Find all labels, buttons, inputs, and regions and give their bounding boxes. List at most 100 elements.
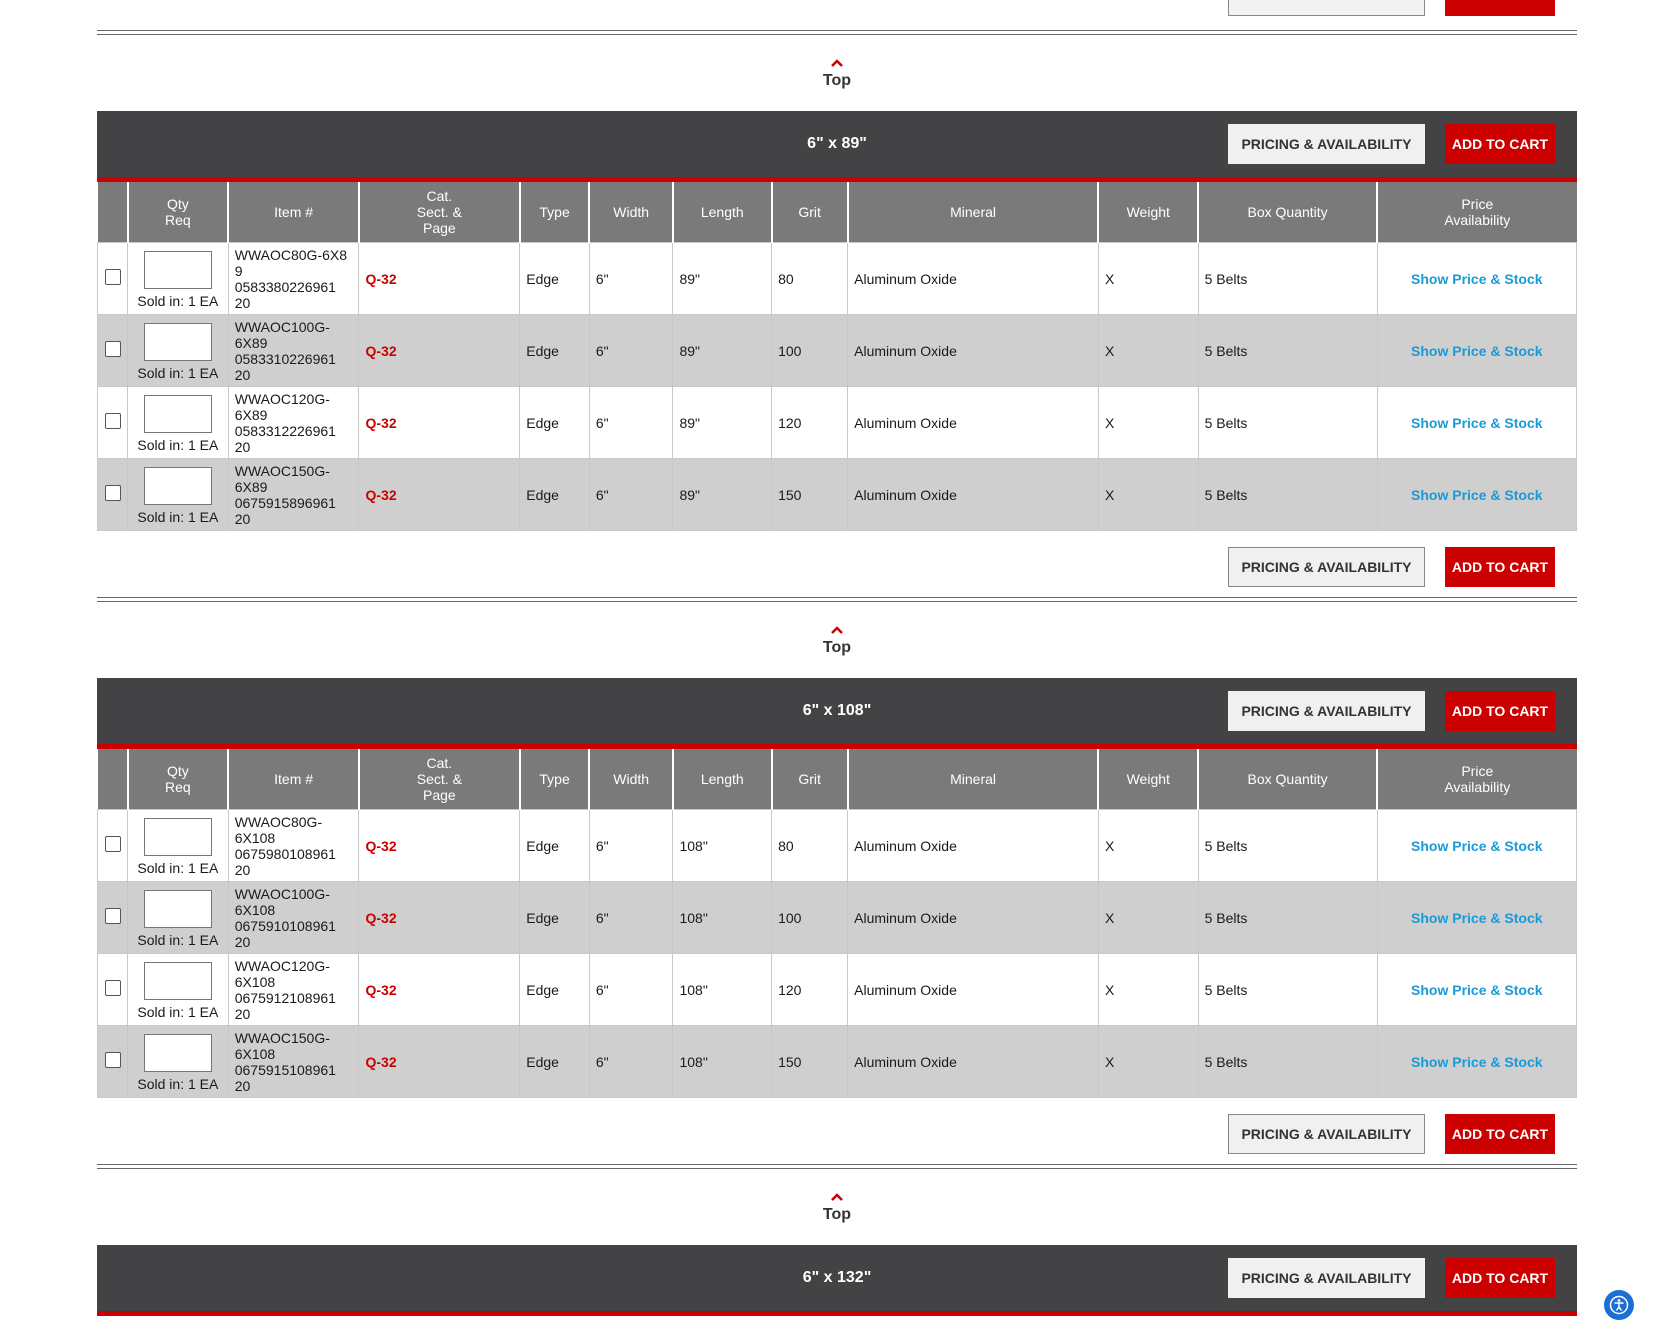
catalog-page-link[interactable]: Q-32 — [358, 314, 521, 387]
pricing-availability-button[interactable]: PRICING & AVAILABILITY — [1228, 1258, 1425, 1298]
qty-input[interactable] — [143, 322, 212, 361]
row-select-checkbox[interactable] — [104, 485, 121, 501]
section-footer: PRICING & AVAILABILITY ADD TO CART — [97, 1098, 1577, 1164]
column-header: Qty Req — [126, 749, 229, 810]
pricing-availability-button[interactable]: PRICING & AVAILABILITY — [1228, 1114, 1425, 1154]
box-quantity-cell: 5 Belts — [1197, 314, 1378, 387]
show-price-stock-link[interactable]: Show Price & Stock — [1411, 982, 1542, 998]
show-price-stock-link[interactable]: Show Price & Stock — [1411, 271, 1542, 287]
row-select-checkbox[interactable] — [104, 980, 121, 996]
table-row: Sold in: 1 EA WWAOC150G- 6X89 06759158969… — [97, 458, 1578, 531]
grit-cell: 80 — [771, 242, 849, 315]
row-select-checkbox[interactable] — [104, 413, 121, 429]
pricing-availability-button[interactable]: PRICING & AVAILABILITY — [1228, 691, 1425, 731]
item-number: WWAOC100G- 6X89 0583310226961 20 — [227, 314, 360, 387]
qty-cell: Sold in: 1 EA — [127, 881, 229, 954]
qty-input[interactable] — [143, 394, 212, 433]
row-select-checkbox[interactable] — [104, 341, 121, 357]
qty-input[interactable] — [143, 817, 212, 856]
length-cell: 108" — [672, 881, 773, 954]
show-price-stock-link[interactable]: Show Price & Stock — [1411, 415, 1542, 431]
select-cell — [97, 386, 128, 459]
mineral-cell: Aluminum Oxide — [847, 458, 1099, 531]
mineral-cell: Aluminum Oxide — [847, 881, 1099, 954]
catalog-page-link[interactable]: Q-32 — [358, 386, 521, 459]
section-header: 6" x 108" PRICING & AVAILABILITY ADD TO CA… — [97, 678, 1577, 749]
show-price-stock-link[interactable]: Show Price & Stock — [1411, 343, 1542, 359]
qty-input[interactable] — [143, 1033, 212, 1072]
item-number: WWAOC80G- 6X108 0675980108961 20 — [227, 809, 360, 882]
accessibility-button[interactable] — [1604, 1290, 1634, 1320]
catalog-page-link[interactable]: Q-32 — [358, 881, 521, 954]
catalog-page-link[interactable]: Q-32 — [358, 458, 521, 531]
add-to-cart-button-partial[interactable] — [1445, 0, 1555, 16]
type-cell: Edge — [519, 1025, 590, 1098]
show-price-stock-link[interactable]: Show Price & Stock — [1411, 487, 1542, 503]
type-cell: Edge — [519, 242, 590, 315]
show-price-stock-link[interactable]: Show Price & Stock — [1411, 838, 1542, 854]
mineral-cell: Aluminum Oxide — [847, 242, 1099, 315]
show-price-stock-link[interactable]: Show Price & Stock — [1411, 1054, 1542, 1070]
pricing-availability-button[interactable]: PRICING & AVAILABILITY — [1228, 124, 1425, 164]
grit-cell: 100 — [771, 881, 849, 954]
add-to-cart-button[interactable]: ADD TO CART — [1445, 124, 1555, 164]
price-cell: Show Price & Stock — [1376, 458, 1578, 531]
length-cell: 89" — [672, 242, 773, 315]
column-header: Item # — [227, 749, 359, 810]
back-to-top-link[interactable]: Top — [97, 35, 1577, 111]
qty-cell: Sold in: 1 EA — [127, 953, 229, 1026]
column-header: Mineral — [846, 749, 1099, 810]
qty-input[interactable] — [143, 889, 212, 928]
column-header: Price Availability — [1376, 182, 1577, 243]
qty-input[interactable] — [143, 961, 212, 1000]
select-cell — [97, 881, 128, 954]
box-quantity-cell: 5 Belts — [1197, 386, 1378, 459]
add-to-cart-button[interactable]: ADD TO CART — [1445, 1258, 1555, 1298]
table-header-row: Qty Req Item # Cat. Sect. & Page Type Width L… — [97, 749, 1577, 810]
price-cell: Show Price & Stock — [1376, 314, 1578, 387]
table-row: Sold in: 1 EA WWAOC80G- 6X108 06759801089… — [97, 809, 1578, 882]
box-quantity-cell: 5 Belts — [1197, 809, 1378, 882]
qty-input[interactable] — [143, 466, 212, 505]
catalog-page-link[interactable]: Q-32 — [358, 1025, 521, 1098]
grit-cell: 80 — [771, 809, 849, 882]
row-select-checkbox[interactable] — [104, 836, 121, 852]
pricing-availability-button[interactable]: PRICING & AVAILABILITY — [1228, 547, 1425, 587]
row-select-checkbox[interactable] — [104, 1052, 121, 1068]
width-cell: 6" — [588, 809, 674, 882]
weight-cell: X — [1097, 881, 1199, 954]
item-number: WWAOC80G-6X89 0583380226961 20 — [227, 242, 360, 315]
back-to-top-link[interactable]: Top — [97, 1169, 1577, 1245]
select-cell — [97, 458, 128, 531]
add-to-cart-button[interactable]: ADD TO CART — [1445, 547, 1555, 587]
type-cell: Edge — [519, 314, 590, 387]
back-to-top-link[interactable]: Top — [97, 602, 1577, 678]
add-to-cart-button[interactable]: ADD TO CART — [1445, 691, 1555, 731]
show-price-stock-link[interactable]: Show Price & Stock — [1411, 910, 1542, 926]
row-select-checkbox[interactable] — [104, 908, 121, 924]
add-to-cart-button[interactable]: ADD TO CART — [1445, 1114, 1555, 1154]
column-header: Type — [518, 182, 590, 243]
type-cell: Edge — [519, 953, 590, 1026]
catalog-page-link[interactable]: Q-32 — [358, 809, 521, 882]
accessibility-icon — [1609, 1295, 1629, 1315]
weight-cell: X — [1097, 1025, 1199, 1098]
grit-cell: 150 — [771, 1025, 849, 1098]
pricing-availability-button-partial[interactable] — [1228, 0, 1425, 16]
price-cell: Show Price & Stock — [1376, 242, 1578, 315]
column-header — [97, 749, 128, 810]
width-cell: 6" — [588, 458, 674, 531]
box-quantity-cell: 5 Belts — [1197, 1025, 1378, 1098]
catalog-page-link[interactable]: Q-32 — [358, 953, 521, 1026]
weight-cell: X — [1097, 386, 1199, 459]
product-listing: Top 6" x 89" PRICING & AVAILABILITY ADD TO… — [97, 0, 1578, 1316]
weight-cell: X — [1097, 314, 1199, 387]
catalog-page-link[interactable]: Q-32 — [358, 242, 521, 315]
qty-input[interactable] — [143, 250, 212, 289]
section-footer: PRICING & AVAILABILITY ADD TO CART — [97, 531, 1577, 597]
qty-cell: Sold in: 1 EA — [127, 242, 229, 315]
row-select-checkbox[interactable] — [104, 269, 121, 285]
product-sections: 6" x 89" PRICING & AVAILABILITY ADD TO CAR… — [97, 111, 1578, 1245]
length-cell: 89" — [672, 314, 773, 387]
select-cell — [97, 314, 128, 387]
